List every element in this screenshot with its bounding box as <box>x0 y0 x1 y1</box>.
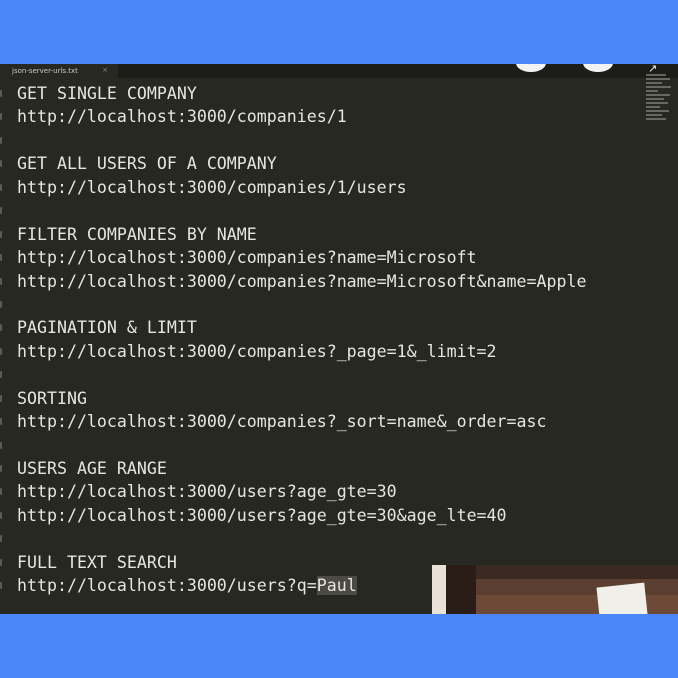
line-text: GET SINGLE COMPANY <box>17 84 197 103</box>
code-line: FILTER COMPANIES BY NAME <box>0 223 640 246</box>
code-line: http://localhost:3000/companies/1/users <box>0 176 640 199</box>
minimap-line <box>646 114 662 116</box>
gutter-marker <box>0 488 2 496</box>
gutter-marker <box>0 230 2 238</box>
gutter-marker <box>0 441 2 449</box>
line-text: GET ALL USERS OF A COMPANY <box>17 154 277 174</box>
line-text: http://localhost:3000/companies?_page=1&… <box>17 341 497 361</box>
webcam-overlay <box>432 565 678 614</box>
line-text: SORTING <box>17 388 87 408</box>
webcam-light <box>432 565 446 614</box>
line-text: FULL TEXT SEARCH <box>17 552 177 572</box>
tab-filename: json-server-urls.txt <box>12 67 78 75</box>
code-line: SORTING <box>0 387 640 410</box>
text-selection[interactable]: Paul <box>316 576 357 596</box>
line-text: http://localhost:3000/companies/1/users <box>17 177 407 197</box>
code-editor[interactable]: json-server-urls.txt × ↗ GET SINGLE COMP… <box>0 64 678 614</box>
webcam-table <box>476 595 678 614</box>
gutter-marker <box>0 207 2 215</box>
minimap-line <box>646 106 660 108</box>
gutter-marker <box>0 113 2 121</box>
gutter-marker <box>0 418 2 426</box>
code-line: PAGINATION & LIMIT <box>0 316 640 339</box>
code-line: http://localhost:3000/companies?name=Mic… <box>0 270 640 293</box>
video-frame: json-server-urls.txt × ↗ GET SINGLE COMP… <box>0 0 678 678</box>
text-area[interactable]: GET SINGLE COMPANY http://localhost:3000… <box>0 82 640 598</box>
tab-bar: json-server-urls.txt × <box>0 64 678 78</box>
code-line: http://localhost:3000/companies/1 <box>0 105 640 128</box>
gutter-marker <box>0 558 2 566</box>
webcam-doorframe <box>446 565 476 614</box>
minimap-line <box>646 94 670 96</box>
gutter-marker <box>0 277 2 285</box>
gutter-marker <box>0 347 2 355</box>
gutter-marker <box>0 300 2 308</box>
gutter-marker <box>0 582 2 590</box>
code-line <box>0 363 640 386</box>
gutter-marker <box>0 136 2 144</box>
minimap[interactable] <box>646 74 672 122</box>
code-line: http://localhost:3000/companies?name=Mic… <box>0 246 640 269</box>
code-line: http://localhost:3000/companies?_sort=na… <box>0 410 640 433</box>
code-line: GET SINGLE COMPANY <box>0 82 640 105</box>
line-text: http://localhost:3000/companies?name=Mic… <box>17 271 587 291</box>
gutter-marker <box>0 465 2 472</box>
gutter-marker <box>0 535 2 543</box>
minimap-line <box>646 90 658 92</box>
line-text: http://localhost:3000/companies?name=Mic… <box>17 248 477 268</box>
line-text: http://localhost:3000/users?age_gte=30 <box>17 482 397 502</box>
minimap-line <box>646 86 671 88</box>
minimap-line <box>646 98 664 100</box>
code-line <box>0 434 640 457</box>
code-line <box>0 129 640 152</box>
minimap-line <box>646 110 669 112</box>
webcam-background <box>472 565 678 579</box>
gutter-marker <box>0 511 2 519</box>
gutter-marker <box>0 90 2 97</box>
code-line: GET ALL USERS OF A COMPANY <box>0 152 640 175</box>
gutter-marker <box>0 324 2 332</box>
gutter-marker <box>0 254 2 262</box>
minimap-line <box>646 74 666 76</box>
tab-json-server-urls[interactable]: json-server-urls.txt × <box>0 64 118 78</box>
line-text: FILTER COMPANIES BY NAME <box>17 224 257 244</box>
webcam-paper <box>596 582 648 614</box>
minimap-line <box>646 82 662 84</box>
line-text: PAGINATION & LIMIT <box>17 318 197 338</box>
minimap-line <box>646 102 668 104</box>
gutter-marker <box>0 183 2 191</box>
line-text: http://localhost:3000/companies?_sort=na… <box>17 412 547 432</box>
code-line <box>0 293 640 316</box>
code-line: http://localhost:3000/companies?_page=1&… <box>0 340 640 363</box>
code-line: http://localhost:3000/users?age_gte=30 <box>0 480 640 503</box>
close-icon[interactable]: × <box>102 66 108 74</box>
gutter-marker <box>0 394 2 402</box>
line-text: http://localhost:3000/companies/1 <box>17 107 347 127</box>
line-text: http://localhost:3000/users?age_gte=30&a… <box>17 505 507 525</box>
gutter-marker <box>0 371 2 379</box>
minimap-line <box>646 118 666 120</box>
code-line: USERS AGE RANGE <box>0 457 640 480</box>
minimap-line <box>646 78 670 80</box>
line-text: http://localhost:3000/users?q= <box>17 576 317 596</box>
code-line <box>0 199 640 222</box>
line-text: USERS AGE RANGE <box>17 459 167 478</box>
gutter-marker <box>0 160 2 168</box>
code-line <box>0 527 640 550</box>
code-line: http://localhost:3000/users?age_gte=30&a… <box>0 504 640 527</box>
